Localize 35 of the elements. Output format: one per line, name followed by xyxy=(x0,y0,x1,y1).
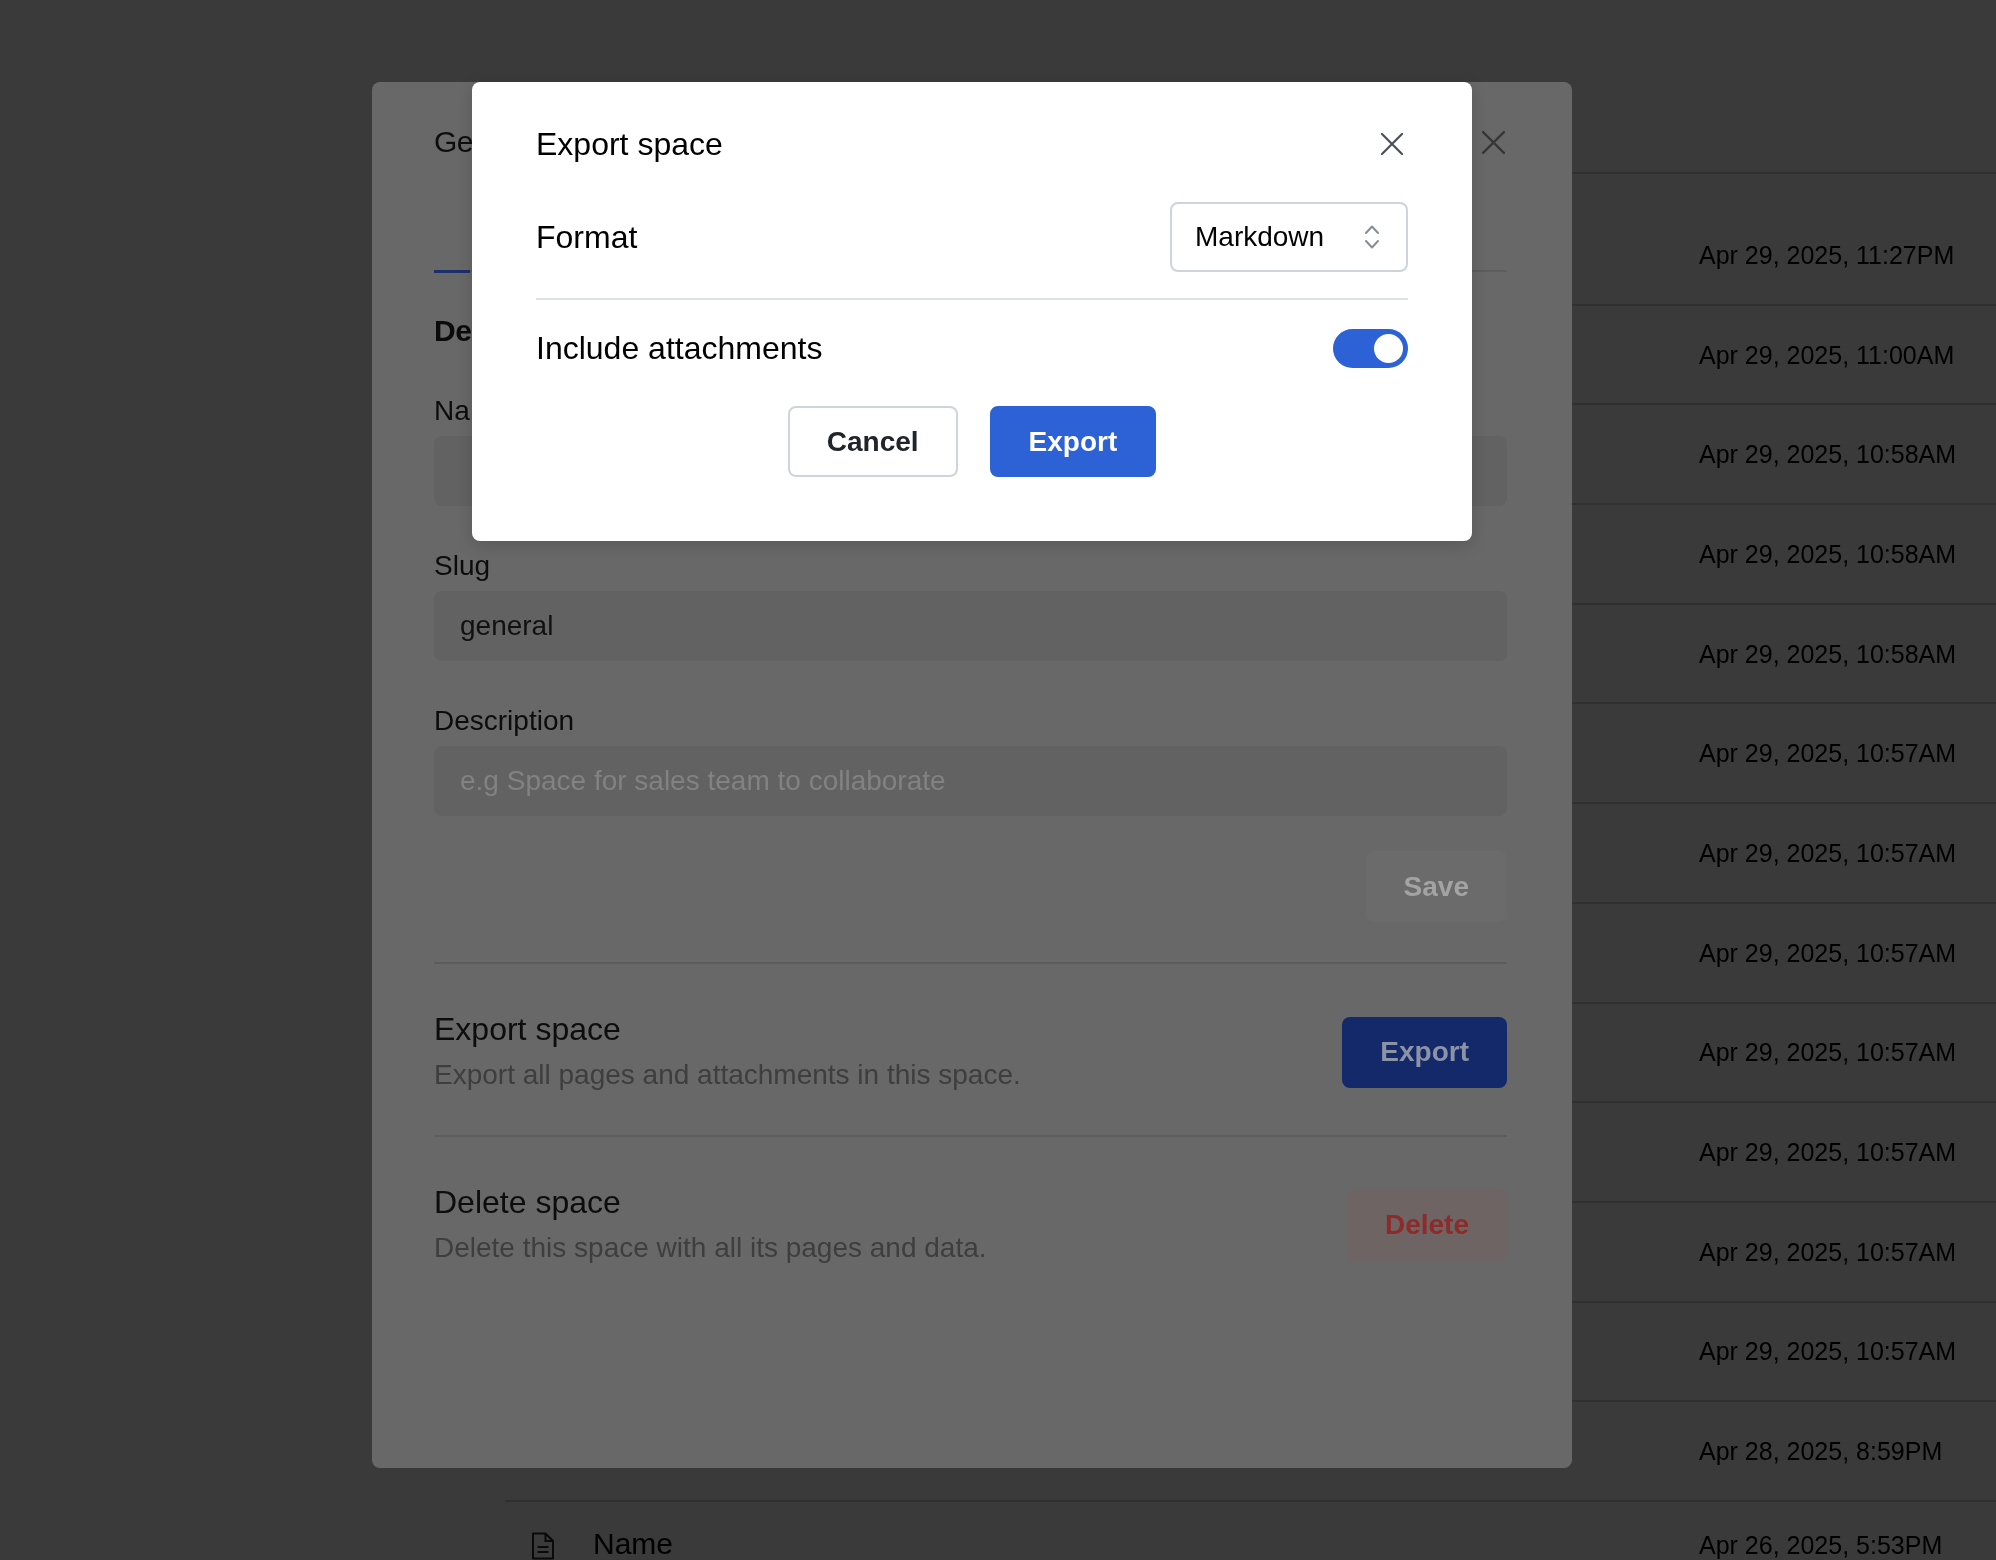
export-button[interactable]: Export xyxy=(989,406,1157,477)
section-title: Export space xyxy=(434,1010,621,1049)
section-title: Delete space xyxy=(434,1183,621,1222)
field-label: Slug xyxy=(434,549,491,583)
updated-date: Apr 29, 2025, 10:57AM xyxy=(1699,1336,1957,1367)
dialog-title: Export space xyxy=(536,126,723,162)
toggle-label: Include attachments xyxy=(536,329,823,368)
page-title: Name xyxy=(593,1527,674,1560)
updated-date: Apr 29, 2025, 10:57AM xyxy=(1699,1137,1957,1168)
toggle-switch[interactable] xyxy=(1333,328,1408,368)
updated-date: Apr 29, 2025, 11:27PM xyxy=(1699,239,1955,270)
updated-date: Apr 29, 2025, 10:57AM xyxy=(1699,1037,1957,1068)
updated-date: Apr 29, 2025, 10:57AM xyxy=(1699,837,1957,868)
format-select[interactable]: Markdown xyxy=(1170,202,1408,272)
updated-date: Apr 29, 2025, 10:58AM xyxy=(1699,638,1957,669)
field-label: Na xyxy=(434,394,470,428)
cancel-button[interactable]: Cancel xyxy=(787,406,958,477)
updated-date: Apr 29, 2025, 10:57AM xyxy=(1699,1236,1957,1267)
close-icon xyxy=(1480,129,1506,155)
document-icon xyxy=(531,1531,555,1560)
updated-date: Apr 29, 2025, 10:58AM xyxy=(1699,439,1957,470)
updated-date: Apr 29, 2025, 10:57AM xyxy=(1699,937,1957,968)
updated-date: Apr 29, 2025, 10:58AM xyxy=(1699,538,1957,569)
section-heading: De xyxy=(434,313,472,349)
format-label: Format xyxy=(536,218,638,257)
updated-date: Apr 28, 2025, 8:59PM xyxy=(1699,1436,1943,1467)
modal-title: Ge xyxy=(434,124,474,160)
close-icon xyxy=(1380,132,1404,156)
input-field[interactable]: general xyxy=(434,591,1507,661)
field-label: Description xyxy=(434,704,575,738)
updated-date: Apr 26, 2025, 5:53PM xyxy=(1699,1529,1943,1560)
chevron-up-down-icon xyxy=(1364,224,1380,250)
updated-date: Apr 29, 2025, 10:57AM xyxy=(1699,738,1957,769)
export-button[interactable]: Export xyxy=(1342,1016,1507,1088)
updated-date: Apr 29, 2025, 11:00AM xyxy=(1699,339,1955,370)
